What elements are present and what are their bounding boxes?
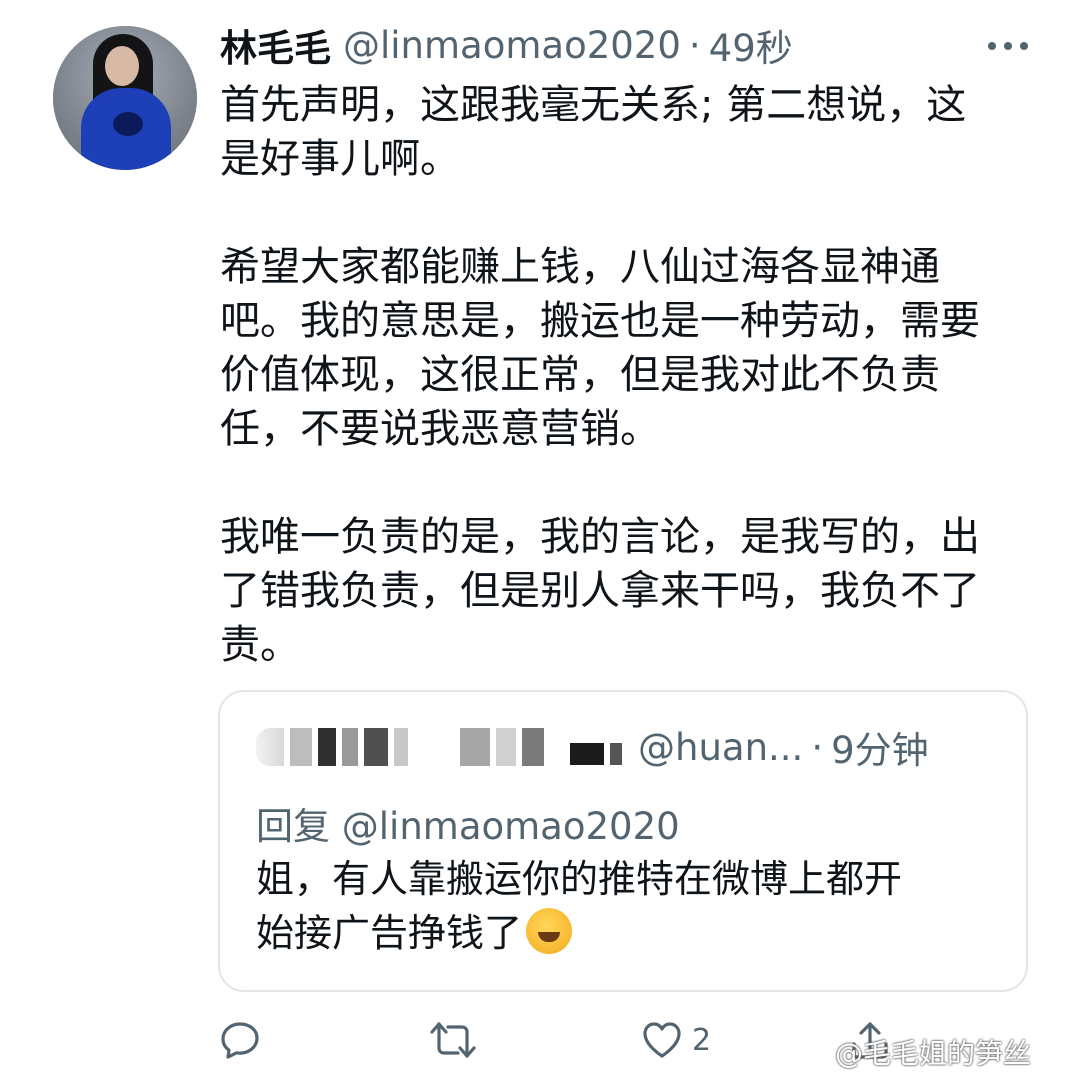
more-dot [1020,42,1028,50]
reply-button[interactable] [218,1015,262,1065]
quoted-author-handle[interactable]: @huan... [638,726,803,769]
more-options-icon[interactable] [988,42,1028,50]
rofl-emoji-icon [526,908,573,954]
retweet-button[interactable] [428,1015,478,1065]
retweet-icon [430,1022,476,1058]
tweet-timestamp[interactable]: 49秒 [709,18,793,72]
reply-icon [221,1022,259,1059]
separator-dot: · [811,725,824,769]
more-dot [1004,42,1012,50]
quoted-text-content: 姐，有人靠搬运你的推特在微博上都开 始接广告挣钱了 [256,857,903,955]
quoted-tweet-text: 姐，有人靠搬运你的推特在微博上都开 始接广告挣钱了 [256,852,1006,960]
like-button[interactable]: 2 [640,1015,711,1065]
blurred-name [256,727,628,767]
reply-prefix: 回复 [256,805,330,848]
author-name[interactable]: 林毛毛 [220,18,331,72]
weibo-watermark: @毛毛姐的笋丝 [835,1037,1032,1070]
separator-dot: · [688,23,701,67]
reply-context: 回复 @linmaomao2020 [256,796,680,850]
quoted-tweet-timestamp[interactable]: 9分钟 [831,720,929,774]
more-dot [988,42,996,50]
like-count: 2 [692,1022,712,1058]
heart-icon [643,1022,681,1058]
quoted-tweet[interactable]: @huan... · 9分钟 回复 @linmaomao2020 姐，有人靠搬运… [218,690,1028,992]
reply-mention-link[interactable]: @linmaomao2020 [342,805,680,848]
author-handle[interactable]: @linmaomao2020 [343,24,681,67]
tweet-text: 首先声明，这跟我毫无关系; 第二想说，这 是好事儿啊。 希望大家都能赚上钱，八仙… [220,82,980,668]
tweet-header: 林毛毛 @linmaomao2020 · 49秒 [220,18,793,72]
quoted-tweet-header: @huan... · 9分钟 [256,722,929,772]
author-avatar[interactable] [53,26,197,170]
